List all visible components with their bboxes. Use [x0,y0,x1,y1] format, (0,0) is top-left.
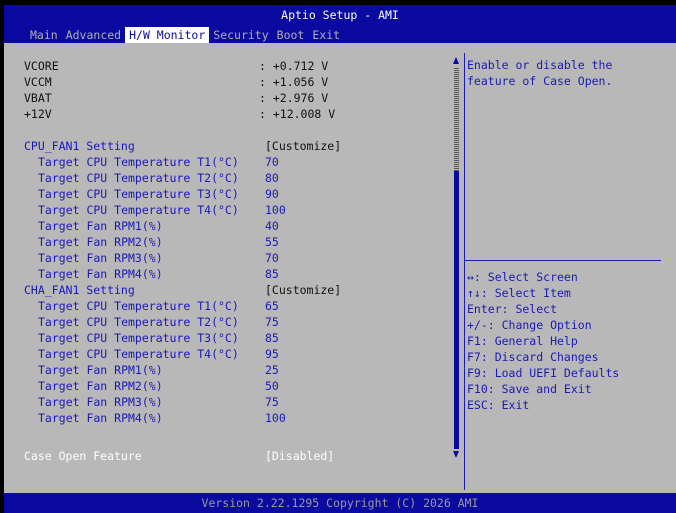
settings-panel: VCORE : +0.712 V VCCM : +1.056 V VBAT : … [16,50,454,490]
tab-main[interactable]: Main [26,27,62,43]
cha-fan-rpm2-label[interactable]: Target Fan RPM2(%) [38,378,163,394]
tab-advanced[interactable]: Advanced [62,27,125,43]
cpu-fan-rpm2-label[interactable]: Target Fan RPM2(%) [38,234,163,250]
scrollbar-track[interactable] [454,67,459,171]
cpu-fan-t2-label[interactable]: Target CPU Temperature T2(°C) [38,170,239,186]
cha-fan-t2-label[interactable]: Target CPU Temperature T2(°C) [38,314,239,330]
cpu-fan-t4-label[interactable]: Target CPU Temperature T4(°C) [38,202,239,218]
cha-fan-t4-value[interactable]: 95 [265,346,279,362]
tab-bar: Main Advanced H/W Monitor Security Boot … [26,27,344,43]
cpu-fan-t3-value[interactable]: 90 [265,186,279,202]
help-text: Enable or disable the feature of Case Op… [467,58,620,88]
cha-fan-t4-label[interactable]: Target CPU Temperature T4(°C) [38,346,239,362]
vcore-value: : +0.712 V [259,59,329,73]
app-title: Aptio Setup - AMI [281,8,399,22]
cha-fan-t2-value[interactable]: 75 [265,314,279,330]
key-save-exit: F10: Save and Exit [467,382,592,396]
cpu-fan-t1-value[interactable]: 70 [265,154,279,170]
scrollbar-thumb[interactable] [454,171,459,449]
case-open-label[interactable]: Case Open Feature [24,448,142,464]
12v-value: : +12.008 V [259,107,336,121]
key-enter: Enter: Select [467,302,558,316]
cpu-fan-t4-value[interactable]: 100 [265,202,286,218]
cha-fan-t3-value[interactable]: 85 [265,330,279,346]
cha-fan-setting-value[interactable]: [Customize] [265,282,341,298]
cpu-fan-rpm4-label[interactable]: Target Fan RPM4(%) [38,266,163,282]
key-general-help: F1: General Help [467,334,578,348]
cpu-fan-rpm3-value[interactable]: 70 [265,250,279,266]
cpu-fan-t3-label[interactable]: Target CPU Temperature T3(°C) [38,186,239,202]
cha-fan-rpm3-value[interactable]: 75 [265,394,279,410]
cpu-fan-rpm4-value[interactable]: 85 [265,266,279,282]
vccm-value: : +1.056 V [259,75,329,89]
cpu-fan-t2-value[interactable]: 80 [265,170,279,186]
tab-hw-monitor[interactable]: H/W Monitor [125,27,210,43]
tab-boot[interactable]: Boot [273,27,309,43]
header-bar: Aptio Setup - AMI Main Advanced H/W Moni… [4,5,676,43]
cpu-fan-setting-value[interactable]: [Customize] [265,138,341,154]
help-divider [465,260,661,261]
tab-exit[interactable]: Exit [308,27,344,43]
vbat-value: : +2.976 V [259,91,329,105]
cpu-fan-t1-label[interactable]: Target CPU Temperature T1(°C) [38,154,239,170]
key-select-screen: ↔: Select Screen [467,270,578,284]
key-change-option: +/-: Change Option [467,318,592,332]
cha-fan-rpm1-value[interactable]: 25 [265,362,279,378]
tab-security[interactable]: Security [209,27,272,43]
cha-fan-rpm1-label[interactable]: Target Fan RPM1(%) [38,362,163,378]
key-esc-exit: ESC: Exit [467,398,530,412]
scroll-down-arrow-icon[interactable] [453,451,459,458]
cha-fan-rpm2-value[interactable]: 50 [265,378,279,394]
key-load-defaults: F9: Load UEFI Defaults [467,366,620,380]
vbat-label: VBAT [24,91,52,105]
scroll-up-arrow-icon[interactable] [453,57,459,64]
cha-fan-t1-label[interactable]: Target CPU Temperature T1(°C) [38,298,239,314]
cpu-fan-rpm3-label[interactable]: Target Fan RPM3(%) [38,250,163,266]
cpu-fan-rpm1-value[interactable]: 40 [265,218,279,234]
cha-fan-setting-label[interactable]: CHA_FAN1 Setting [24,282,135,298]
cha-fan-t3-label[interactable]: Target CPU Temperature T3(°C) [38,330,239,346]
key-discard-changes: F7: Discard Changes [467,350,599,364]
key-select-item: ↑↓: Select Item [467,286,571,300]
cpu-fan-rpm1-label[interactable]: Target Fan RPM1(%) [38,218,163,234]
case-open-value[interactable]: [Disabled] [265,448,334,464]
vcore-label: VCORE [24,59,59,73]
version-copyright: Version 2.22.1295 Copyright (C) 2026 AMI [201,496,479,510]
12v-label: +12V [24,107,52,121]
footer-bar: Version 2.22.1295 Copyright (C) 2026 AMI [4,493,676,513]
vccm-label: VCCM [24,75,52,89]
cpu-fan-rpm2-value[interactable]: 55 [265,234,279,250]
key-legend: ↔: Select Screen ↑↓: Select Item Enter: … [467,269,667,413]
cha-fan-rpm4-label[interactable]: Target Fan RPM4(%) [38,410,163,426]
cha-fan-rpm4-value[interactable]: 100 [265,410,286,426]
cha-fan-t1-value[interactable]: 65 [265,298,279,314]
cha-fan-rpm3-label[interactable]: Target Fan RPM3(%) [38,394,163,410]
bios-screen: Aptio Setup - AMI Main Advanced H/W Moni… [4,5,676,513]
cpu-fan-setting-label[interactable]: CPU_FAN1 Setting [24,138,135,154]
panel-divider [464,53,465,490]
